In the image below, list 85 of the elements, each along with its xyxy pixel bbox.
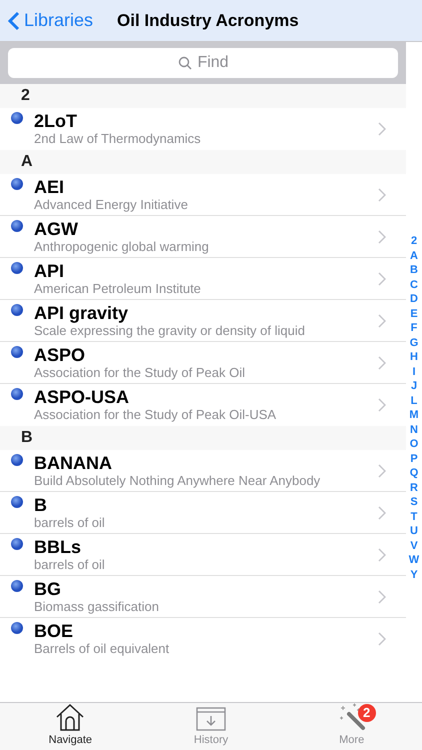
index-letter[interactable]: 2 — [410, 234, 418, 248]
index-letter[interactable]: N — [410, 422, 418, 437]
chevron-icon — [378, 230, 386, 244]
index-letter[interactable]: J — [410, 379, 418, 394]
index-letter[interactable]: W — [408, 553, 420, 568]
chevron-icon — [378, 506, 386, 520]
bullet-dot-icon — [11, 622, 23, 634]
bullet-dot-icon — [11, 304, 23, 316]
index-letter[interactable]: U — [410, 524, 418, 538]
chevron-icon — [378, 464, 386, 478]
bullet-dot-icon — [11, 454, 23, 466]
index-letter[interactable]: L — [410, 394, 418, 408]
index-letter[interactable]: R — [410, 480, 418, 495]
acronym-term[interactable]: BANANA — [34, 452, 378, 472]
acronym-definition: 2nd Law of Thermodynamics — [34, 131, 202, 147]
chevron-icon — [378, 590, 386, 604]
acronym-definition: Barrels of oil equivalent — [34, 641, 170, 657]
search-icon — [178, 56, 192, 70]
chevron-icon — [378, 122, 386, 136]
bullet-dot-icon — [11, 538, 23, 550]
index-letter[interactable]: S — [410, 495, 418, 510]
bullet-dot-icon — [11, 262, 23, 274]
bullet-dot-icon — [11, 496, 23, 508]
index-letter[interactable]: E — [410, 306, 418, 321]
acronym-definition: Biomass gassification — [34, 598, 160, 614]
back-button[interactable]: Libraries — [8, 7, 94, 34]
index-letter[interactable]: M — [409, 408, 419, 422]
index-letter[interactable]: D — [410, 292, 418, 306]
acronym-definition: Anthropogenic global warming — [34, 238, 210, 254]
index-letter[interactable]: C — [410, 278, 418, 292]
acronym-definition: barrels of oil — [34, 514, 106, 530]
index-letter[interactable]: V — [410, 538, 418, 553]
chevron-icon — [378, 272, 386, 286]
section-header: A — [21, 152, 33, 172]
index-letter[interactable]: G — [410, 336, 418, 350]
tab-button[interactable]: Navigate — [0, 703, 141, 750]
index-letter[interactable]: Y — [410, 568, 418, 582]
index-letter[interactable]: I — [412, 364, 416, 379]
search-field[interactable]: Find — [8, 48, 398, 78]
acronym-term[interactable]: AEI — [34, 176, 378, 196]
index-letter[interactable]: F — [410, 321, 418, 336]
bullet-dot-icon — [11, 388, 23, 400]
section-header: B — [21, 428, 33, 448]
chevron-icon — [378, 356, 386, 370]
index-letter[interactable]: B — [410, 263, 418, 278]
index-letter[interactable]: O — [410, 437, 418, 452]
notification-badge: 2 — [358, 704, 376, 722]
bullet-dot-icon — [11, 112, 23, 124]
acronym-definition: Scale expressing the gravity or density of liquid — [34, 322, 306, 338]
acronym-term[interactable]: API gravity — [34, 302, 378, 322]
back-chevron-icon — [8, 10, 20, 30]
index-letter[interactable]: A — [410, 248, 418, 263]
bullet-dot-icon — [11, 220, 23, 232]
index-letter[interactable]: Q — [410, 466, 418, 480]
chevron-icon — [378, 632, 386, 646]
acronym-term[interactable]: BOE — [34, 621, 378, 641]
bullet-dot-icon — [11, 178, 23, 190]
acronym-term[interactable]: BBLs — [34, 536, 378, 556]
index-letter[interactable]: H — [410, 350, 418, 364]
acronym-term[interactable]: 2LoT — [34, 111, 378, 131]
house-icon — [55, 702, 86, 732]
acronym-definition: American Petroleum Institute — [34, 280, 202, 296]
chevron-icon — [378, 398, 386, 412]
index-letter[interactable]: P — [410, 452, 418, 466]
tab-button[interactable]: History — [140, 703, 282, 750]
chevron-icon — [378, 188, 386, 202]
tab-button[interactable]: More 2 — [281, 703, 422, 750]
acronym-definition: Association for the Study of Peak Oil-USA — [34, 407, 278, 423]
acronym-definition: Advanced Energy Initiative — [34, 196, 189, 212]
acronym-term[interactable]: ASPO-USA — [34, 387, 378, 407]
chevron-icon — [378, 314, 386, 328]
acronym-term[interactable]: API — [34, 260, 378, 280]
bullet-dot-icon — [11, 580, 23, 592]
section-header: 2 — [21, 86, 30, 106]
acronym-term[interactable]: ASPO — [34, 344, 378, 364]
bullet-dot-icon — [11, 346, 23, 358]
acronym-definition: barrels of oil — [34, 556, 106, 572]
acronym-term[interactable]: BG — [34, 578, 378, 598]
acronym-definition: Build Absolutely Nothing Anywhere Near Anybody — [34, 472, 322, 488]
chevron-icon — [378, 548, 386, 562]
window-title: Oil Industry Acronyms — [117, 10, 299, 32]
index-letter[interactable]: T — [410, 510, 418, 524]
acronym-definition: Association for the Study of Peak Oil — [34, 364, 246, 380]
acronym-term[interactable]: AGW — [34, 218, 378, 238]
acronym-term[interactable]: B — [34, 494, 378, 514]
